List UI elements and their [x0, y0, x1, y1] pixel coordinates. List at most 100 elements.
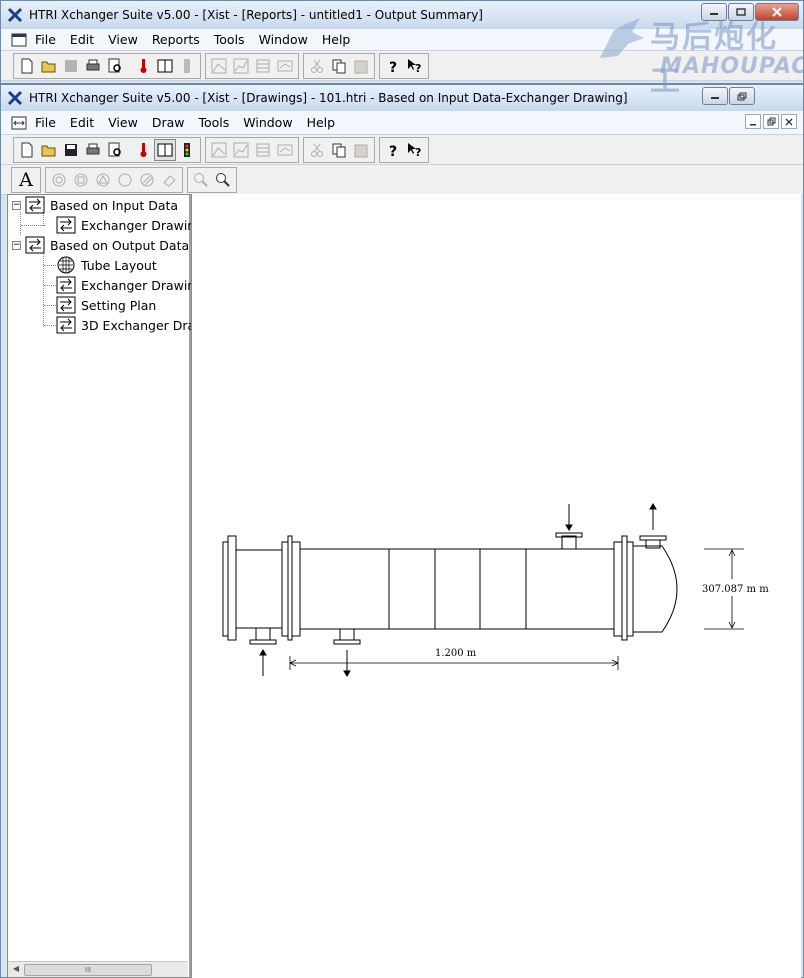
- exchanger-drawing-icon: [56, 276, 76, 294]
- menu-help[interactable]: Help: [322, 32, 351, 47]
- tree-node-output-exchanger[interactable]: Exchanger Drawin: [56, 275, 195, 295]
- paste-icon[interactable]: [350, 139, 372, 161]
- new-file-icon[interactable]: [16, 139, 38, 161]
- open-folder-icon[interactable]: [38, 55, 60, 77]
- chart-icon-2[interactable]: [230, 139, 252, 161]
- front-minimize-button[interactable]: [702, 87, 728, 105]
- table-icon[interactable]: [252, 55, 274, 77]
- front-restore-button[interactable]: [729, 87, 755, 105]
- menu-edit[interactable]: Edit: [70, 115, 94, 130]
- context-help-icon[interactable]: ?: [404, 139, 426, 161]
- back-maximize-button[interactable]: [728, 3, 754, 21]
- tube-outlet-flange: [639, 535, 667, 541]
- menu-help[interactable]: Help: [307, 115, 336, 130]
- table-icon[interactable]: [252, 139, 274, 161]
- document-window-icon[interactable]: [11, 33, 27, 47]
- cut-icon[interactable]: [306, 139, 328, 161]
- back-minimize-button[interactable]: [701, 3, 727, 21]
- drawing-canvas[interactable]: 307.087 m m 1.200 m: [191, 194, 801, 978]
- traffic-light-icon[interactable]: [176, 55, 198, 77]
- chart-icon-3[interactable]: [274, 55, 296, 77]
- thermometer-icon[interactable]: [132, 55, 154, 77]
- split-view-icon[interactable]: [154, 55, 176, 77]
- paste-icon[interactable]: [350, 55, 372, 77]
- menu-reports[interactable]: Reports: [152, 32, 200, 47]
- back-window-titlebar[interactable]: HTRI Xchanger Suite v5.00 - [Xist - [Rep…: [1, 1, 803, 29]
- cut-icon[interactable]: [306, 55, 328, 77]
- menu-draw[interactable]: Draw: [152, 115, 185, 130]
- print-icon[interactable]: [82, 55, 104, 77]
- back-chart-toolbar: [205, 52, 299, 79]
- menu-edit[interactable]: Edit: [70, 32, 94, 47]
- save-icon[interactable]: [60, 55, 82, 77]
- menu-tools[interactable]: Tools: [198, 115, 229, 130]
- tree-node-setting-plan[interactable]: Setting Plan: [56, 295, 156, 315]
- tree-label-setting-plan: Setting Plan: [81, 297, 157, 313]
- print-preview-icon[interactable]: [104, 55, 126, 77]
- collapse-toggle[interactable]: −: [12, 200, 21, 210]
- front-help-toolbar: ? ?: [379, 136, 429, 163]
- mdi-restore-button[interactable]: [763, 114, 779, 129]
- circle-triangle-icon[interactable]: [92, 169, 114, 191]
- mdi-close-button[interactable]: [781, 114, 797, 129]
- minimize-icon: [710, 13, 718, 15]
- open-folder-icon[interactable]: [38, 139, 60, 161]
- print-icon[interactable]: [82, 139, 104, 161]
- circle-square-icon[interactable]: [70, 169, 92, 191]
- chart-icon-3[interactable]: [274, 139, 296, 161]
- tree-node-input-group[interactable]: − Based on Input Data: [12, 195, 178, 215]
- help-icon[interactable]: ?: [382, 139, 404, 161]
- save-icon[interactable]: [60, 139, 82, 161]
- new-file-icon[interactable]: [16, 55, 38, 77]
- split-view-icon[interactable]: [154, 138, 176, 161]
- tree-node-input-exchanger[interactable]: Exchanger Drawin: [56, 215, 195, 235]
- exchanger-outline: [222, 532, 678, 645]
- circle-hatch-icon[interactable]: [136, 169, 158, 191]
- chart-icon-1[interactable]: [208, 139, 230, 161]
- menu-tools[interactable]: Tools: [214, 32, 245, 47]
- scroll-left-arrow-icon[interactable]: ◀: [9, 964, 23, 976]
- copy-icon[interactable]: [328, 55, 350, 77]
- svg-text:?: ?: [389, 144, 397, 158]
- zoom-in-icon[interactable]: [190, 169, 212, 191]
- menu-view[interactable]: View: [108, 115, 138, 130]
- help-icon[interactable]: ?: [382, 55, 404, 77]
- scrollbar-thumb[interactable]: III: [24, 964, 152, 976]
- back-close-button[interactable]: [755, 3, 799, 21]
- print-preview-icon[interactable]: [104, 139, 126, 161]
- shell: [299, 548, 615, 630]
- menu-view[interactable]: View: [108, 32, 138, 47]
- tree-node-3d-exchanger[interactable]: 3D Exchanger Dra: [56, 315, 195, 335]
- collapse-toggle[interactable]: −: [12, 240, 21, 250]
- copy-icon[interactable]: [328, 139, 350, 161]
- menu-file[interactable]: File: [35, 115, 56, 130]
- circle-ring-icon[interactable]: [48, 169, 70, 191]
- chart-icon-2[interactable]: [230, 55, 252, 77]
- circle-icon[interactable]: [114, 169, 136, 191]
- front-chart-toolbar: [205, 136, 299, 163]
- document-window-icon[interactable]: [11, 116, 27, 130]
- mdi-minimize-button[interactable]: [745, 114, 761, 129]
- front-window-titlebar[interactable]: HTRI Xchanger Suite v5.00 - [Xist - [Dra…: [1, 85, 803, 111]
- exchanger-drawing-icon: [25, 196, 45, 214]
- thermometer-icon[interactable]: [132, 139, 154, 161]
- text-tool-button[interactable]: A: [15, 169, 37, 191]
- menu-window[interactable]: Window: [259, 32, 308, 47]
- shape-tools-group: [45, 166, 183, 193]
- menu-window[interactable]: Window: [243, 115, 292, 130]
- tree-node-output-group[interactable]: − Based on Output Data: [12, 235, 189, 255]
- tree-node-tube-layout[interactable]: Tube Layout: [56, 255, 157, 275]
- exchanger-drawing-icon: [56, 216, 76, 234]
- exchanger-drawing-icon: [56, 316, 76, 334]
- context-help-icon[interactable]: ?: [404, 55, 426, 77]
- eraser-icon[interactable]: [158, 169, 180, 191]
- traffic-light-icon[interactable]: [176, 139, 198, 161]
- svg-text:?: ?: [415, 62, 421, 74]
- tree-horizontal-scrollbar[interactable]: ◀ III: [8, 961, 188, 977]
- back-file-toolbar: [13, 52, 201, 79]
- tree-label-3d-exchanger: 3D Exchanger Dra: [81, 317, 196, 333]
- app-logo-icon: [7, 90, 23, 106]
- menu-file[interactable]: File: [35, 32, 56, 47]
- zoom-100-icon[interactable]: [212, 169, 234, 191]
- chart-icon-1[interactable]: [208, 55, 230, 77]
